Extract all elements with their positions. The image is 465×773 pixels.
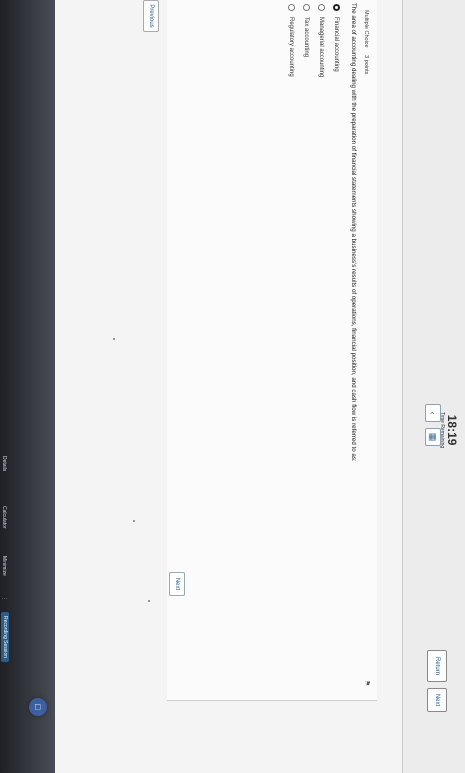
time-remaining: 18:19 Time Remaining	[439, 412, 459, 448]
previous-button[interactable]: Previous	[143, 0, 159, 32]
next-button[interactable]: Next	[169, 572, 185, 596]
option-label: Managerial accounting	[318, 17, 325, 78]
question-text: The area of accounting dealing with the …	[350, 3, 357, 462]
question-points: 3 points	[363, 55, 369, 75]
option-regulatory-accounting[interactable]: Regulatory accounting	[285, 4, 298, 77]
question-card: Multiple Choice 3 points ⚑ The area of a…	[143, 0, 377, 701]
more-icon[interactable]: ⋮	[1, 596, 7, 602]
option-managerial-accounting[interactable]: Managerial accounting	[315, 4, 328, 77]
chevron-left-icon[interactable]: ‹	[425, 404, 441, 422]
radio-icon[interactable]	[318, 4, 325, 11]
timer-value: 18:19	[445, 414, 459, 446]
radio-icon[interactable]	[288, 4, 295, 11]
taskbar: Details Calculator Minimize ⋮ Recording …	[0, 0, 55, 773]
header-next-button[interactable]: Next	[427, 688, 447, 712]
option-label: Financial accounting	[333, 17, 340, 72]
taskbar-minimize[interactable]: Minimize	[1, 556, 7, 576]
option-tax-accounting[interactable]: Tax accounting	[300, 4, 313, 77]
calculator-icon[interactable]: ▦	[425, 428, 441, 446]
radio-selected-icon[interactable]	[333, 4, 340, 11]
chat-icon[interactable]: □	[29, 698, 47, 716]
option-financial-accounting[interactable]: Financial accounting	[330, 4, 343, 77]
exam-header: 18:19 Time Remaining ‹ ▦ Return Next	[402, 0, 465, 773]
radio-icon[interactable]	[303, 4, 310, 11]
taskbar-calculator[interactable]: Calculator	[1, 506, 7, 529]
screen-speck	[133, 520, 135, 522]
recording-badge: Recording Session	[1, 612, 9, 662]
option-label: Regulatory accounting	[288, 17, 295, 77]
option-label: Tax accounting	[303, 17, 310, 58]
screen-speck	[113, 338, 115, 340]
return-button[interactable]: Return	[427, 650, 447, 682]
flag-icon[interactable]: ⚑	[363, 680, 371, 686]
question-type: Multiple Choice	[363, 10, 369, 48]
answer-options: Financial accounting Managerial accounti…	[283, 4, 343, 77]
photo-stage: 18:19 Time Remaining ‹ ▦ Return Next Mul…	[0, 0, 465, 773]
screen-speck	[148, 600, 150, 602]
exam-screen: 18:19 Time Remaining ‹ ▦ Return Next Mul…	[0, 0, 465, 773]
question-meta: Multiple Choice 3 points	[363, 10, 369, 74]
taskbar-details[interactable]: Details	[1, 456, 7, 471]
